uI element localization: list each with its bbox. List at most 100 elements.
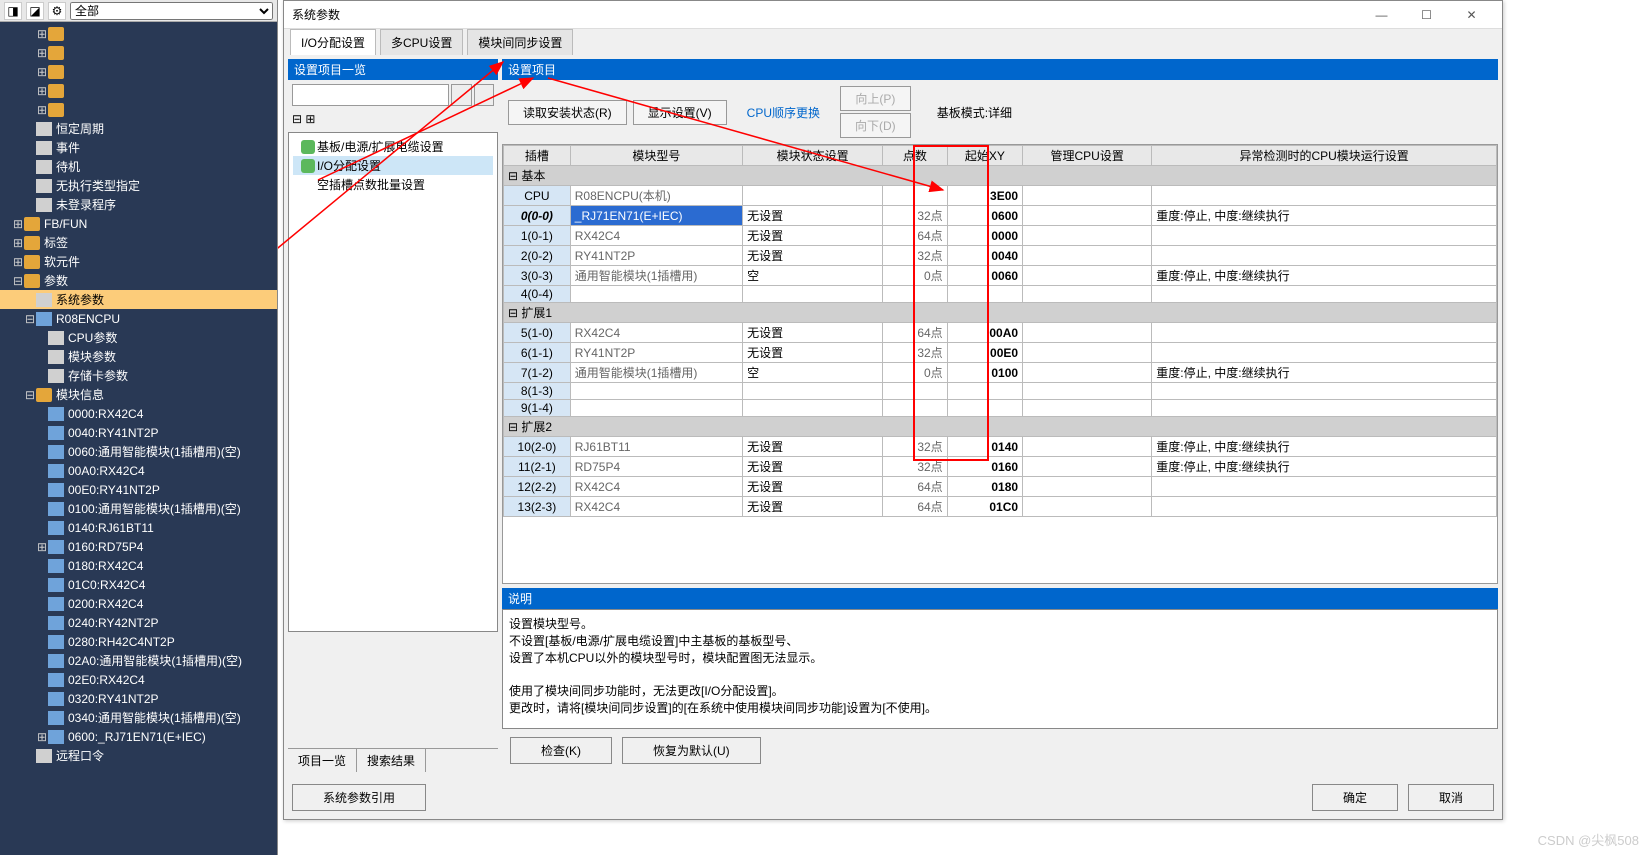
table-row[interactable]: 10(2-0)RJ61BT11无设置32点0140重度:停止, 中度:继续执行 bbox=[504, 437, 1497, 457]
table-row[interactable]: CPUR08ENCPU(本机)3E00 bbox=[504, 186, 1497, 206]
table-row[interactable]: ⊟ 扩展1 bbox=[504, 303, 1497, 323]
table-row[interactable]: 7(1-2)通用智能模块(1插槽用)空0点0100重度:停止, 中度:继续执行 bbox=[504, 363, 1497, 383]
search-input[interactable] bbox=[292, 84, 449, 106]
minimize-icon[interactable]: — bbox=[1359, 1, 1404, 29]
nav-item[interactable]: ⊞FB/FUN bbox=[0, 214, 277, 233]
maximize-icon[interactable]: ☐ bbox=[1404, 1, 1449, 29]
gear-icon[interactable]: ⚙ bbox=[48, 2, 66, 20]
nav-item[interactable]: 0060:通用智能模块(1插槽用)(空) bbox=[0, 442, 277, 461]
move-up-button: 向上(P) bbox=[840, 86, 911, 111]
tree-toolbar-1[interactable]: ⊟ bbox=[292, 112, 302, 126]
nav-item[interactable]: 未登录程序 bbox=[0, 195, 277, 214]
nav-item[interactable]: 02E0:RX42C4 bbox=[0, 670, 277, 689]
close-icon[interactable]: ✕ bbox=[1449, 1, 1494, 29]
ok-button[interactable]: 确定 bbox=[1312, 784, 1398, 811]
table-row[interactable]: 2(0-2)RY41NT2P无设置32点0040 bbox=[504, 246, 1497, 266]
settings-item[interactable]: I/O分配设置 bbox=[293, 156, 493, 175]
display-settings-button[interactable]: 显示设置(V) bbox=[633, 100, 727, 125]
import-button[interactable]: 系统参数引用 bbox=[292, 784, 426, 811]
nav-item[interactable]: ⊟模块信息 bbox=[0, 385, 277, 404]
read-install-button[interactable]: 读取安装状态(R) bbox=[508, 100, 627, 125]
nav-item[interactable]: ⊟R08ENCPU bbox=[0, 309, 277, 328]
nav-item[interactable]: 00A0:RX42C4 bbox=[0, 461, 277, 480]
nav-item[interactable]: 0240:RY42NT2P bbox=[0, 613, 277, 632]
nav-item[interactable]: ⊞ bbox=[0, 43, 277, 62]
tab-io[interactable]: I/O分配设置 bbox=[290, 29, 376, 55]
watermark: CSDN @尖枫508 bbox=[1538, 830, 1639, 849]
nav-item[interactable]: 待机 bbox=[0, 157, 277, 176]
right-header: 设置项目 bbox=[502, 59, 1498, 80]
table-row[interactable]: ⊟ 扩展2 bbox=[504, 417, 1497, 437]
table-row[interactable]: 9(1-4) bbox=[504, 400, 1497, 417]
nav-tree[interactable]: ⊞⊞⊞⊞⊞恒定周期事件待机无执行类型指定未登录程序⊞FB/FUN⊞标签⊞软元件⊟… bbox=[0, 22, 277, 855]
nav-item[interactable]: 0000:RX42C4 bbox=[0, 404, 277, 423]
left-header: 设置项目一览 bbox=[288, 59, 498, 80]
nav-item[interactable]: 0340:通用智能模块(1插槽用)(空) bbox=[0, 708, 277, 727]
tree-toolbar-2[interactable]: ⊞ bbox=[305, 112, 315, 126]
nav-item[interactable]: 存储卡参数 bbox=[0, 366, 277, 385]
toolbar-btn-1[interactable]: ◨ bbox=[4, 2, 22, 20]
settings-tree[interactable]: 基板/电源/扩展电缆设置I/O分配设置空插槽点数批量设置 bbox=[288, 132, 498, 632]
nav-item[interactable]: ⊞0600:_RJ71EN71(E+IEC) bbox=[0, 727, 277, 746]
settings-item[interactable]: 基板/电源/扩展电缆设置 bbox=[293, 137, 493, 156]
table-row[interactable]: 11(2-1)RD75P4无设置32点0160重度:停止, 中度:继续执行 bbox=[504, 457, 1497, 477]
check-button[interactable]: 检查(K) bbox=[510, 737, 612, 764]
nav-item[interactable]: 00E0:RY41NT2P bbox=[0, 480, 277, 499]
nav-item[interactable]: 无执行类型指定 bbox=[0, 176, 277, 195]
nav-item[interactable]: 0280:RH42C4NT2P bbox=[0, 632, 277, 651]
tab-multicpu[interactable]: 多CPU设置 bbox=[380, 29, 463, 55]
nav-item[interactable]: ⊞软元件 bbox=[0, 252, 277, 271]
table-row[interactable]: 6(1-1)RY41NT2P无设置32点00E0 bbox=[504, 343, 1497, 363]
btab-search[interactable]: 搜索结果 bbox=[357, 749, 426, 772]
table-row[interactable]: 5(1-0)RX42C4无设置64点00A0 bbox=[504, 323, 1497, 343]
nav-item[interactable]: 模块参数 bbox=[0, 347, 277, 366]
nav-item[interactable]: 0180:RX42C4 bbox=[0, 556, 277, 575]
nav-item[interactable]: ⊞标签 bbox=[0, 233, 277, 252]
nav-item[interactable]: 0100:通用智能模块(1插槽用)(空) bbox=[0, 499, 277, 518]
tab-sync[interactable]: 模块间同步设置 bbox=[467, 29, 573, 55]
desc-body: 设置模块型号。不设置[基板/电源/扩展电缆设置]中主基板的基板型号、设置了本机C… bbox=[502, 609, 1498, 729]
nav-item[interactable]: 恒定周期 bbox=[0, 119, 277, 138]
search-btn-2[interactable] bbox=[474, 84, 495, 106]
table-row[interactable]: 8(1-3) bbox=[504, 383, 1497, 400]
nav-item[interactable]: 系统参数 bbox=[0, 290, 277, 309]
nav-item[interactable]: 0040:RY41NT2P bbox=[0, 423, 277, 442]
table-row[interactable]: 12(2-2)RX42C4无设置64点0180 bbox=[504, 477, 1497, 497]
nav-item[interactable]: ⊞ bbox=[0, 81, 277, 100]
table-row[interactable]: ⊟ 基本 bbox=[504, 166, 1497, 186]
nav-item[interactable]: CPU参数 bbox=[0, 328, 277, 347]
system-params-dialog: 系统参数 — ☐ ✕ I/O分配设置 多CPU设置 模块间同步设置 设置项目一览 bbox=[283, 0, 1503, 820]
restore-button[interactable]: 恢复为默认(U) bbox=[622, 737, 761, 764]
top-tabs: I/O分配设置 多CPU设置 模块间同步设置 bbox=[284, 29, 1502, 55]
filter-select[interactable]: 全部 bbox=[70, 2, 273, 20]
settings-item[interactable]: 空插槽点数批量设置 bbox=[293, 175, 493, 194]
cancel-button[interactable]: 取消 bbox=[1408, 784, 1494, 811]
nav-item[interactable]: 01C0:RX42C4 bbox=[0, 575, 277, 594]
nav-toolbar: ◨ ◪ ⚙ 全部 bbox=[0, 0, 277, 22]
table-row[interactable]: 0(0-0)_RJ71EN71(E+IEC)无设置32点0600重度:停止, 中… bbox=[504, 206, 1497, 226]
nav-item[interactable]: ⊞ bbox=[0, 100, 277, 119]
titlebar: 系统参数 — ☐ ✕ bbox=[284, 1, 1502, 29]
nav-item[interactable]: 事件 bbox=[0, 138, 277, 157]
table-row[interactable]: 4(0-4) bbox=[504, 286, 1497, 303]
nav-item[interactable]: 0320:RY41NT2P bbox=[0, 689, 277, 708]
table-row[interactable]: 13(2-3)RX42C4无设置64点01C0 bbox=[504, 497, 1497, 517]
nav-item[interactable]: ⊞0160:RD75P4 bbox=[0, 537, 277, 556]
module-grid[interactable]: 插槽模块型号模块状态设置点数起始XY管理CPU设置异常检测时的CPU模块运行设置… bbox=[502, 144, 1498, 584]
search-btn-1[interactable] bbox=[451, 84, 472, 106]
btab-list[interactable]: 项目一览 bbox=[288, 749, 357, 772]
nav-item[interactable]: 远程口令 bbox=[0, 746, 277, 765]
table-row[interactable]: 1(0-1)RX42C4无设置64点0000 bbox=[504, 226, 1497, 246]
nav-item[interactable]: 0200:RX42C4 bbox=[0, 594, 277, 613]
cpu-order-button[interactable]: CPU顺序更换 bbox=[733, 101, 834, 124]
nav-item[interactable]: 0140:RJ61BT11 bbox=[0, 518, 277, 537]
nav-item[interactable]: ⊞ bbox=[0, 62, 277, 81]
nav-item[interactable]: 02A0:通用智能模块(1插槽用)(空) bbox=[0, 651, 277, 670]
nav-item[interactable]: ⊞ bbox=[0, 24, 277, 43]
nav-item[interactable]: ⊟参数 bbox=[0, 271, 277, 290]
table-row[interactable]: 3(0-3)通用智能模块(1插槽用)空0点0060重度:停止, 中度:继续执行 bbox=[504, 266, 1497, 286]
dialog-title: 系统参数 bbox=[292, 6, 1359, 23]
toolbar-btn-2[interactable]: ◪ bbox=[26, 2, 44, 20]
project-tree-panel: ◨ ◪ ⚙ 全部 ⊞⊞⊞⊞⊞恒定周期事件待机无执行类型指定未登录程序⊞FB/FU… bbox=[0, 0, 278, 855]
mode-label: 基板模式:详细 bbox=[937, 104, 1012, 121]
